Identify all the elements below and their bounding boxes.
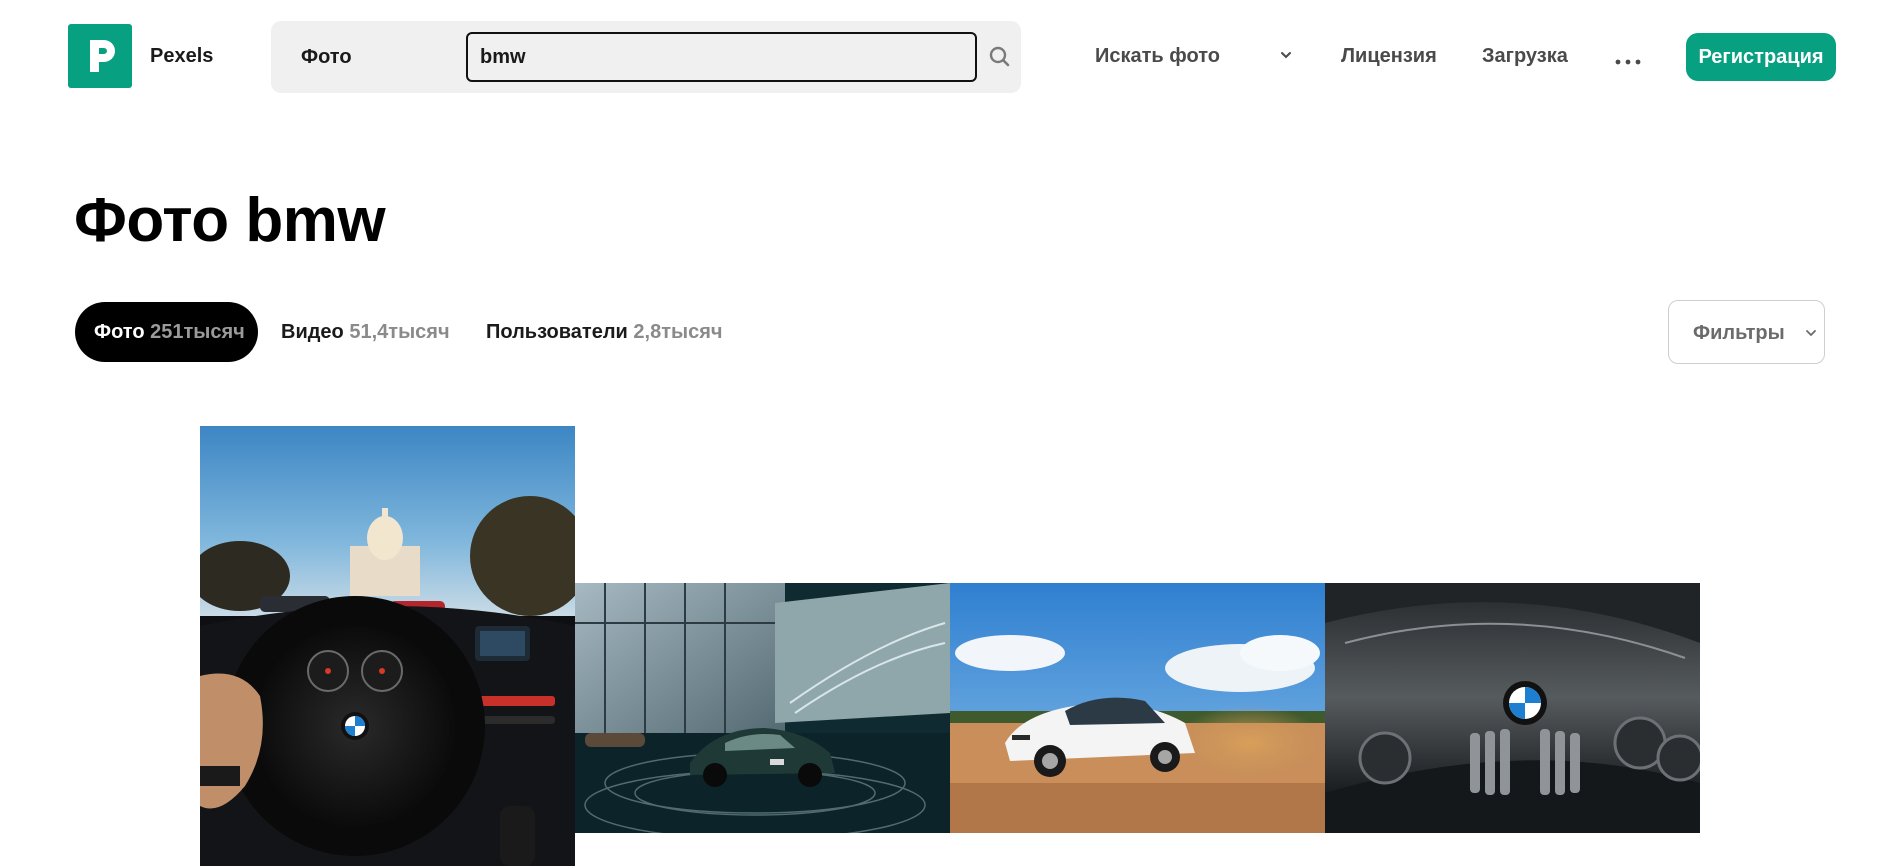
- pexels-logo[interactable]: [68, 24, 132, 88]
- tab-count: 2,8тысяч: [633, 321, 723, 343]
- filters-label: Фильтры: [1693, 322, 1785, 344]
- tab-label: Пользователи: [486, 321, 628, 343]
- nav-license[interactable]: Лицензия: [1341, 44, 1437, 68]
- tab-label: Видео: [281, 321, 344, 343]
- photo-image: [950, 583, 1325, 833]
- tab-count: 251тысяч: [150, 321, 245, 343]
- photo-image: [575, 583, 950, 833]
- photo-bmw-steering-wheel[interactable]: [200, 426, 575, 866]
- search-bar: Фото: [271, 21, 1021, 93]
- tab-count: 51,4тысяч: [349, 321, 450, 343]
- search-button[interactable]: [986, 43, 1014, 71]
- search-type-label: Фото: [301, 46, 352, 68]
- pexels-logo-icon: [90, 40, 115, 72]
- brand-name[interactable]: Pexels: [150, 44, 213, 68]
- nav-explore-photos[interactable]: Искать фото: [1095, 44, 1220, 68]
- photo-bmw-hood[interactable]: [1325, 583, 1700, 833]
- more-menu-button[interactable]: [1612, 38, 1646, 68]
- chevron-down-icon[interactable]: [1278, 47, 1294, 63]
- page-title: Фото bmw: [74, 186, 386, 255]
- tab-videos[interactable]: Видео 51,4тысяч: [281, 302, 450, 362]
- photo-bmw-drift[interactable]: [950, 583, 1325, 833]
- more-horizontal-icon: [1615, 59, 1641, 65]
- photo-bmw-showroom[interactable]: [575, 583, 950, 833]
- photo-image: [200, 426, 575, 866]
- search-type-select[interactable]: Фото: [301, 45, 489, 69]
- tab-users[interactable]: Пользователи 2,8тысяч: [486, 302, 722, 362]
- top-navigation-bar: Pexels Фото Искать фото Лицензия Загрузк…: [0, 0, 1900, 114]
- tab-label: Фото: [94, 321, 145, 343]
- search-icon: [989, 46, 1010, 67]
- search-input[interactable]: [466, 32, 977, 82]
- filters-select[interactable]: Фильтры: [1668, 300, 1825, 364]
- chevron-down-icon: [1806, 330, 1816, 337]
- photo-image: [1325, 583, 1700, 833]
- tab-photos[interactable]: Фото 251тысяч: [75, 302, 258, 362]
- nav-upload[interactable]: Загрузка: [1482, 44, 1568, 68]
- signup-button[interactable]: Регистрация: [1686, 33, 1836, 81]
